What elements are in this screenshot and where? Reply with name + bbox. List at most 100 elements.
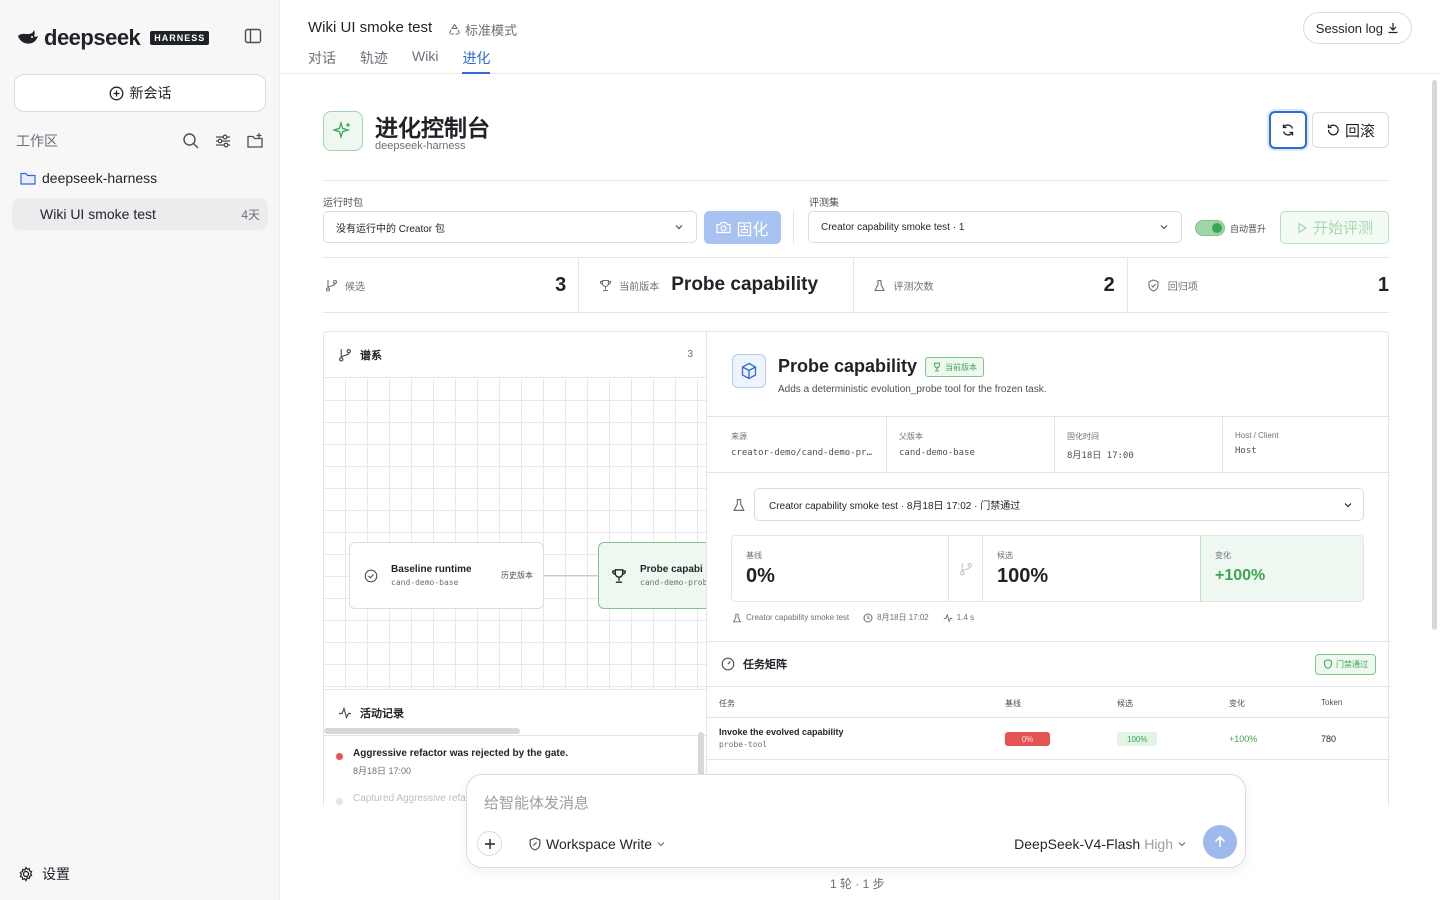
- gear-icon: [18, 866, 34, 882]
- activity-text: Aggressive refactor was rejected by the …: [353, 748, 569, 759]
- token-count: 780: [1321, 734, 1337, 744]
- tab-chat[interactable]: 对话: [308, 48, 336, 74]
- task-matrix-header: 任务矩阵 门禁通过: [707, 641, 1390, 687]
- column-header: 候选: [1117, 699, 1133, 708]
- auto-promote-label: 自动晋升: [1230, 224, 1267, 234]
- column-header: 任务: [719, 699, 735, 708]
- eval-run-select[interactable]: Creator capability smoke test · 8月18日 17…: [754, 488, 1364, 521]
- lineage-edge: [544, 575, 598, 576]
- lineage-node-current[interactable]: Probe capabi cand-demo-prob: [598, 542, 707, 609]
- eval-run-value: Creator capability smoke test · 8月18日 17…: [769, 501, 1021, 512]
- evalset-select[interactable]: Creator capability smoke test · 1: [808, 211, 1182, 243]
- lineage-canvas[interactable]: Baseline runtime cand-demo-base 历史版本 Pro…: [324, 379, 707, 734]
- logo[interactable]: deepseek HARNESS: [16, 25, 210, 51]
- session-log-button[interactable]: Session log: [1302, 12, 1412, 44]
- table-row[interactable]: Invoke the evolved capability probe-tool…: [707, 717, 1390, 760]
- meta-label: 父版本: [899, 432, 923, 441]
- session-item[interactable]: Wiki UI smoke test 4天: [12, 198, 268, 230]
- column-header: 变化: [1229, 699, 1245, 708]
- mode-indicator[interactable]: 标准模式: [448, 20, 517, 39]
- console-subtitle: deepseek-harness: [375, 140, 466, 152]
- content-scrollbar[interactable]: [1432, 80, 1437, 630]
- node-subtitle: cand-demo-prob: [640, 578, 707, 587]
- workspace-folder[interactable]: deepseek-harness: [20, 170, 157, 186]
- stat-value: Probe capability: [671, 274, 819, 295]
- stat-label: 当前版本: [619, 281, 660, 293]
- send-button[interactable]: [1203, 825, 1237, 859]
- message-composer: 给智能体发消息 Workspace Write DeepSeek-V4-Flas…: [466, 774, 1246, 868]
- stat-value: 3: [555, 273, 567, 296]
- sparkles-icon: [323, 111, 363, 151]
- model-select[interactable]: DeepSeek-V4-Flash High: [1014, 836, 1187, 852]
- check-circle-icon: [364, 569, 378, 583]
- lineage-node-baseline[interactable]: Baseline runtime cand-demo-base 历史版本: [349, 542, 544, 609]
- git-branch-icon: [323, 279, 339, 292]
- divider: [793, 211, 794, 244]
- runtime-value: 没有运行中的 Creator 包: [336, 223, 445, 235]
- meta-value: 8月18日 17:00: [1067, 451, 1134, 461]
- activity-text: Captured Aggressive refa: [353, 793, 466, 804]
- start-eval-button[interactable]: 开始评测: [1280, 211, 1389, 244]
- session-age: 4天: [241, 207, 260, 222]
- runtime-select[interactable]: 没有运行中的 Creator 包: [323, 211, 697, 243]
- stat-eval-count: 评测次数 2: [854, 258, 1128, 312]
- solidify-button[interactable]: 固化: [704, 211, 781, 244]
- baseline-pill: 0%: [1005, 732, 1050, 746]
- stat-value: 1: [1377, 273, 1389, 296]
- attach-button[interactable]: [477, 831, 502, 856]
- workspace-title: 工作区: [16, 133, 58, 149]
- chevron-down-icon: [1177, 839, 1187, 849]
- sidebar-toggle-icon[interactable]: [244, 27, 262, 45]
- meta-value: Host: [1235, 446, 1257, 456]
- flask-icon: [732, 613, 742, 623]
- git-branch-icon: [338, 348, 352, 362]
- activity-pulse-icon: [338, 706, 352, 720]
- settings-button[interactable]: 设置: [18, 864, 70, 884]
- tab-evolution[interactable]: 进化: [462, 48, 491, 74]
- message-input[interactable]: 给智能体发消息: [484, 792, 589, 813]
- trophy-icon: [597, 279, 613, 292]
- tab-wiki[interactable]: Wiki: [412, 48, 438, 74]
- eval-suite: Creator capability smoke test: [746, 613, 850, 622]
- session-log-label: Session log: [1315, 20, 1383, 36]
- rollback-button[interactable]: 回滚: [1312, 112, 1389, 148]
- chevron-down-icon: [674, 222, 684, 232]
- new-chat-button[interactable]: 新会话: [14, 74, 266, 112]
- permission-select[interactable]: Workspace Write: [528, 836, 666, 852]
- folder-icon: [20, 171, 36, 185]
- delta-value: +100%: [1215, 567, 1266, 584]
- eval-run-row: Creator capability smoke test · 8月18日 17…: [732, 488, 1364, 521]
- meta-parent: 父版本 cand-demo-base: [887, 417, 1055, 472]
- search-icon[interactable]: [182, 132, 200, 150]
- plus-icon: [484, 838, 496, 850]
- refresh-button[interactable]: [1269, 111, 1307, 149]
- page-title: Wiki UI smoke test: [308, 19, 433, 36]
- eval-time: 8月18日 17:02: [877, 613, 929, 622]
- folder-label: deepseek-harness: [42, 170, 158, 186]
- column-header: Token: [1321, 698, 1343, 707]
- filter-sliders-icon[interactable]: [214, 132, 232, 150]
- rollback-label: 回滚: [1344, 122, 1375, 140]
- new-folder-icon[interactable]: [246, 132, 264, 150]
- evalset-label: 评测集: [809, 198, 839, 209]
- turn-step-counter: 1 轮 · 1 步: [830, 877, 885, 891]
- auto-promote-toggle[interactable]: [1195, 220, 1225, 236]
- refresh-icon: [1281, 123, 1295, 137]
- flask-icon: [872, 279, 888, 292]
- stat-regressions: 回归项 1: [1128, 258, 1389, 312]
- stat-value: 2: [1103, 273, 1115, 296]
- meta-label: 固化时间: [1067, 432, 1099, 441]
- tab-trace[interactable]: 轨迹: [360, 48, 388, 74]
- candidate-value: 100%: [997, 565, 1049, 587]
- console-title: 进化控制台: [375, 115, 490, 141]
- status-dot: [336, 753, 343, 760]
- chevron-down-icon: [656, 839, 666, 849]
- shield-edit-icon: [528, 837, 542, 851]
- status-dot: [336, 798, 343, 805]
- workspace-header: 工作区: [16, 131, 264, 151]
- version-title: Probe capability: [778, 356, 918, 376]
- column-header: 基线: [1005, 699, 1021, 708]
- activity-pulse-icon: [943, 612, 953, 623]
- candidate-label: 候选: [997, 551, 1013, 560]
- activity-item[interactable]: Aggressive refactor was rejected by the …: [336, 748, 696, 777]
